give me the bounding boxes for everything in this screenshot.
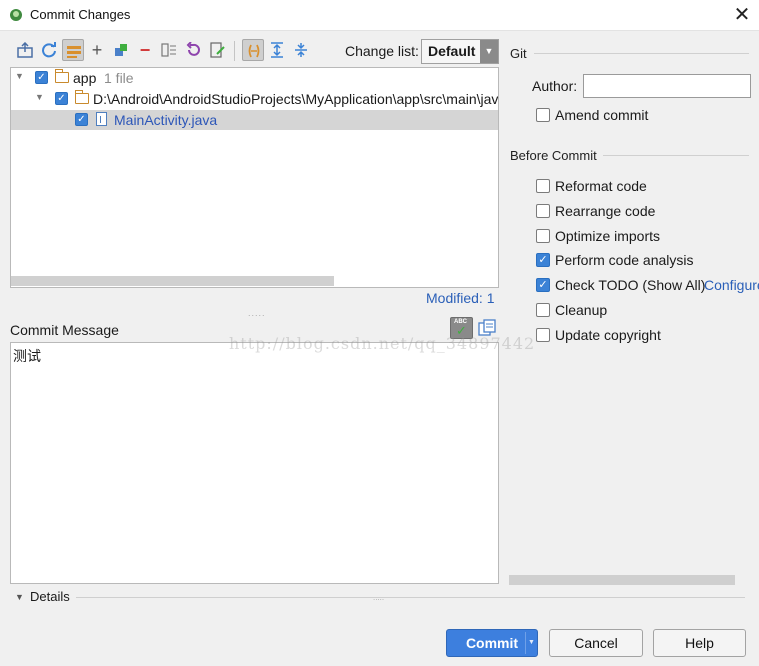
tree-checkbox[interactable]: ✓ <box>55 92 68 105</box>
changelist-label: Change list: <box>345 43 419 59</box>
close-icon[interactable]: ✕ <box>730 3 754 27</box>
amend-commit-checkbox[interactable]: Amend commit <box>536 105 759 125</box>
tree-row-label: app <box>73 70 97 86</box>
author-input[interactable] <box>583 74 751 98</box>
android-studio-icon <box>10 9 22 21</box>
checkbox-box[interactable] <box>536 328 550 342</box>
shelve-icon[interactable] <box>110 39 132 61</box>
details-label[interactable]: Details <box>30 589 70 604</box>
tree-row-label: D:\Android\AndroidStudioProjects\MyAppli… <box>93 91 499 107</box>
title-bar: Commit Changes ✕ <box>0 0 759 31</box>
section-divider <box>534 53 749 54</box>
toolbar-separator <box>234 41 235 61</box>
refresh-icon[interactable] <box>38 39 60 61</box>
cancel-button[interactable]: Cancel <box>549 629 643 657</box>
option-label: Cleanup <box>555 302 608 318</box>
file-count: 1 file <box>104 70 134 86</box>
diff-icon[interactable] <box>14 39 36 61</box>
group-by-directory-icon[interactable] <box>62 39 84 61</box>
tree-row-module[interactable]: ▼ ✓ app 1 file <box>11 68 498 88</box>
splitter-grip[interactable]: ..... <box>373 593 384 602</box>
before-commit-section-title: Before Commit <box>510 148 597 163</box>
checkbox-box[interactable] <box>536 229 550 243</box>
chevron-down-icon: ▼ <box>480 40 498 63</box>
tree-horizontal-scrollbar[interactable] <box>11 276 334 286</box>
folder-icon <box>75 90 89 104</box>
tree-row-file[interactable]: ✓ MainActivity.java <box>11 110 498 130</box>
changelist-select[interactable]: Default ▼ <box>421 39 499 64</box>
amend-commit-label: Amend commit <box>555 107 649 123</box>
expand-all-icon[interactable]: + <box>86 39 108 61</box>
section-divider <box>76 597 745 598</box>
option-label: Optimize imports <box>555 228 661 244</box>
options-horizontal-scrollbar[interactable] <box>509 575 735 585</box>
commit-button-label: Commit <box>465 635 519 651</box>
checkbox-box[interactable] <box>536 204 550 218</box>
optimize-imports-checkbox[interactable]: Optimize imports <box>536 226 759 246</box>
option-label: Rearrange code <box>555 203 656 219</box>
expand-triangle-icon[interactable]: ▼ <box>15 71 24 81</box>
edit-source-icon[interactable] <box>206 39 228 61</box>
changes-toolbar: + − Change list: Default ▼ <box>10 38 500 64</box>
help-button[interactable]: Help <box>653 629 746 657</box>
cleanup-checkbox[interactable]: Cleanup <box>536 300 759 320</box>
toggle-view-icon[interactable] <box>242 39 264 61</box>
expand-triangle-icon[interactable]: ▼ <box>35 92 44 102</box>
checkbox-box-checked[interactable]: ✓ <box>536 278 550 292</box>
update-copyright-checkbox[interactable]: Update copyright <box>536 325 759 345</box>
module-folder-icon <box>55 69 69 83</box>
chevron-down-icon[interactable]: ▼ <box>525 632 537 654</box>
expand-icon[interactable] <box>266 39 288 61</box>
java-file-icon <box>96 112 107 126</box>
window-title: Commit Changes <box>30 7 131 22</box>
option-label: Reformat code <box>555 178 647 194</box>
checkbox-box[interactable] <box>536 108 550 122</box>
collapse-icon[interactable] <box>290 39 312 61</box>
rollback-icon[interactable] <box>182 39 204 61</box>
option-label: Check TODO (Show All) <box>555 277 706 293</box>
checkbox-box-checked[interactable]: ✓ <box>536 253 550 267</box>
commit-button[interactable]: Commit ▼ <box>446 629 538 657</box>
splitter-grip[interactable]: ..... <box>248 308 266 318</box>
watermark: http://blog.csdn.net/qq_34897442 <box>229 334 536 353</box>
author-label: Author: <box>532 78 578 94</box>
tree-row-directory[interactable]: ▼ ✓ D:\Android\AndroidStudioProjects\MyA… <box>11 89 498 109</box>
modified-count: Modified: 1 <box>426 290 495 306</box>
checkbox-box[interactable] <box>536 179 550 193</box>
move-icon[interactable] <box>158 39 180 61</box>
changes-tree: ▼ ✓ app 1 file ▼ ✓ D:\Android\AndroidStu… <box>10 67 499 288</box>
tree-checkbox[interactable]: ✓ <box>75 113 88 126</box>
reformat-code-checkbox[interactable]: Reformat code <box>536 176 759 196</box>
revert-icon[interactable]: − <box>134 39 156 61</box>
tree-checkbox[interactable]: ✓ <box>35 71 48 84</box>
option-label: Perform code analysis <box>555 252 694 268</box>
commit-message-label: Commit Message <box>10 322 119 338</box>
section-divider <box>603 155 749 156</box>
perform-code-analysis-checkbox[interactable]: ✓ Perform code analysis <box>536 250 759 270</box>
tree-row-label: MainActivity.java <box>114 112 218 128</box>
rearrange-code-checkbox[interactable]: Rearrange code <box>536 201 759 221</box>
check-todo-checkbox[interactable]: ✓ Check TODO (Show All) Configure <box>536 275 759 295</box>
checkbox-box[interactable] <box>536 303 550 317</box>
configure-link[interactable]: Configure <box>704 277 759 293</box>
changelist-value: Default <box>428 43 476 59</box>
option-label: Update copyright <box>555 327 661 343</box>
commit-message-input[interactable]: 测试 <box>10 342 499 584</box>
git-section-title: Git <box>510 46 527 61</box>
details-toggle-icon[interactable]: ▼ <box>15 592 24 602</box>
